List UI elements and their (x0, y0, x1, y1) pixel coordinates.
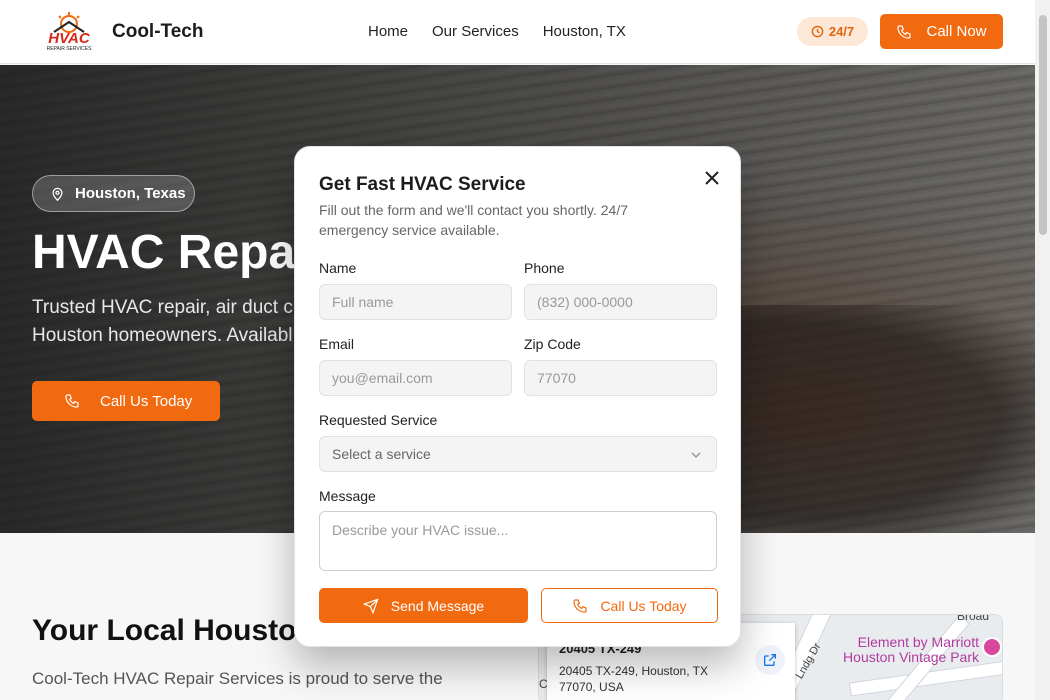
call-now-label: Call Now (926, 23, 987, 40)
phone-field[interactable]: (832) 000-0000 (524, 284, 717, 320)
hotel-icon[interactable] (982, 637, 1002, 657)
main-nav: Home Our Services Houston, TX (368, 23, 626, 40)
hvac-logo[interactable]: HVAC REPAIR SERVICES (40, 10, 98, 54)
svg-text:REPAIR SERVICES: REPAIR SERVICES (47, 46, 92, 52)
service-request-modal: Get Fast HVAC Service Fill out the form … (294, 146, 741, 647)
clock-icon (811, 25, 824, 38)
location-label: Houston, Texas (75, 185, 186, 202)
section-text: Cool-Tech HVAC Repair Services is proud … (32, 669, 443, 688)
email-label: Email (319, 336, 355, 352)
location-pill: Houston, Texas (32, 175, 195, 212)
map-street-label: Broad (957, 614, 990, 623)
nav-our-services[interactable]: Our Services (432, 23, 519, 40)
phone-icon (573, 598, 588, 613)
call-us-today-label: Call Us Today (100, 392, 193, 410)
map-poi-label: Element by Marriott Houston Vintage Park (843, 634, 979, 665)
call-us-today-button[interactable]: Call Us Today (32, 381, 220, 421)
open-in-maps-icon[interactable] (755, 645, 785, 675)
phone-label: Phone (524, 260, 565, 276)
modal-title: Get Fast HVAC Service (319, 174, 526, 195)
phone-icon (65, 394, 79, 408)
message-label: Message (319, 488, 376, 504)
message-field[interactable]: Describe your HVAC issue... (319, 511, 717, 571)
service-select[interactable]: Select a service (319, 436, 717, 472)
send-icon (362, 597, 379, 614)
name-field[interactable]: Full name (319, 284, 512, 320)
svg-text:HVAC: HVAC (48, 30, 91, 47)
brand-name[interactable]: Cool-Tech (112, 21, 203, 43)
modal-call-us-today-button[interactable]: Call Us Today (541, 588, 718, 623)
badge-label: 24/7 (828, 24, 855, 39)
modal-call-us-today-label: Call Us Today (600, 597, 687, 614)
map-address: 20405 TX-249, Houston, TX 77070, USA (559, 664, 708, 694)
section-title: Your Local Houston (32, 614, 315, 647)
nav-home[interactable]: Home (368, 23, 408, 40)
availability-badge: 24/7 (797, 17, 868, 46)
name-label: Name (319, 260, 357, 276)
zip-code-label: Zip Code (524, 336, 581, 352)
hero-title: HVAC Repair (32, 226, 328, 279)
send-message-label: Send Message (390, 597, 485, 614)
close-icon[interactable] (701, 167, 723, 189)
call-now-button[interactable]: Call Now (880, 14, 1003, 49)
email-field[interactable]: you@email.com (319, 360, 512, 396)
phone-icon (897, 24, 912, 39)
site-header: HVAC REPAIR SERVICES Cool-Tech Home Our … (0, 0, 1035, 64)
modal-description: Fill out the form and we'll contact you … (319, 202, 629, 238)
zip-code-field[interactable]: 77070 (524, 360, 717, 396)
scrollbar-thumb[interactable] (1039, 15, 1047, 235)
requested-service-label: Requested Service (319, 412, 438, 428)
send-message-button[interactable]: Send Message (319, 588, 528, 623)
service-select-value: Select a service (332, 446, 431, 462)
nav-houston-tx[interactable]: Houston, TX (543, 23, 626, 40)
map-pin-icon (52, 187, 63, 201)
chevron-down-icon (691, 452, 701, 459)
